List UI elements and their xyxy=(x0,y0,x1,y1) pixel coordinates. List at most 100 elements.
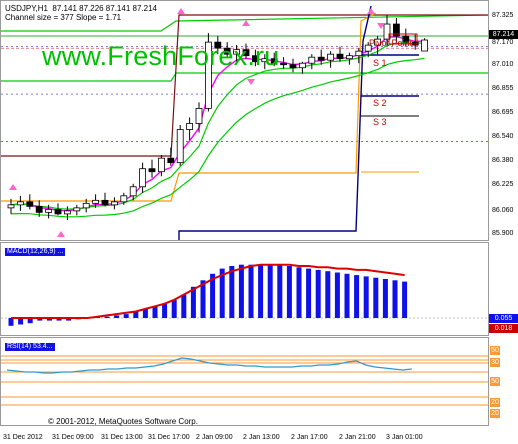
current-price-badge: 87.214 xyxy=(489,30,518,39)
macd-bar xyxy=(238,264,244,318)
bear-candle xyxy=(26,201,34,207)
osc-level-badge: 20 xyxy=(490,398,500,407)
fractal-up-arrow xyxy=(57,231,65,237)
time-tick: 31 Dec 2012 xyxy=(3,434,43,441)
macd-bar xyxy=(277,264,283,318)
pivot-label: Pivot Point xyxy=(369,38,413,48)
macd-bar xyxy=(123,314,129,318)
price-tick: 86.695 xyxy=(492,109,514,116)
price-tick: 86.855 xyxy=(492,85,514,92)
price-tick: 86.225 xyxy=(492,181,514,188)
bull-candle xyxy=(176,129,184,164)
macd-bar xyxy=(325,271,331,318)
bull-candle xyxy=(421,39,429,52)
time-tick: 2 Jan 13:00 xyxy=(243,434,280,441)
bear-candle xyxy=(167,157,175,164)
bear-candle xyxy=(101,199,109,206)
chart-header-channel: Channel size = 377 Slope = 1.71 xyxy=(5,13,122,22)
price-tick: 85.900 xyxy=(492,230,514,237)
time-tick: 31 Dec 17:00 xyxy=(148,434,190,441)
bull-candle xyxy=(64,210,71,215)
bull-candle xyxy=(308,56,316,64)
macd-bar xyxy=(181,294,187,318)
macd-label: MACD(12,26,9) ... xyxy=(5,248,66,256)
macd-bar xyxy=(152,306,158,318)
price-tick: 87.170 xyxy=(492,39,514,46)
bull-candle xyxy=(45,208,52,213)
chart-header-ohlc: USDJPY,H1 87.141 87.226 87.141 87.214 xyxy=(5,4,157,13)
macd-bar xyxy=(334,272,340,318)
signal-value-badge: 0.018 xyxy=(489,324,518,333)
time-axis[interactable]: 31 Dec 2012 31 Dec 09:00 31 Dec 13:00 31… xyxy=(0,426,489,444)
macd-subwindow[interactable]: MACD(12,26,9) ... xyxy=(0,242,489,336)
channel-lower-line xyxy=(1,72,488,82)
macd-value-badge: 0.055 xyxy=(489,314,518,323)
price-tick: 86.540 xyxy=(492,133,514,140)
macd-bar xyxy=(248,264,254,318)
macd-axis[interactable]: 0.055 0.018 xyxy=(489,242,518,336)
price-chart-canvas[interactable] xyxy=(1,1,489,241)
bull-candle xyxy=(92,199,99,204)
fractal-up-arrow xyxy=(242,20,250,26)
macd-bar xyxy=(354,275,360,318)
s2-label: S 2 xyxy=(373,98,387,108)
macd-bar xyxy=(286,266,292,318)
macd-bar xyxy=(162,303,168,318)
oscillator-label: RSI(14) 53.4... xyxy=(5,343,55,351)
macd-bar xyxy=(171,299,177,318)
bear-candle xyxy=(336,53,344,60)
bull-candle xyxy=(120,195,128,203)
osc-level-badge: 30 xyxy=(490,358,500,367)
bear-candle xyxy=(35,205,43,213)
s1-label: S 1 xyxy=(373,58,387,68)
bull-candle xyxy=(345,55,353,60)
bull-candle xyxy=(195,108,203,124)
price-tick: 87.325 xyxy=(492,12,514,19)
macd-bar xyxy=(258,264,264,318)
macd-canvas[interactable] xyxy=(1,243,489,336)
watermark: www.FreshForex.ru xyxy=(42,41,280,71)
bull-candle xyxy=(7,204,15,209)
price-tick: 86.380 xyxy=(492,157,514,164)
bull-candle xyxy=(186,123,194,130)
oscillator-canvas[interactable] xyxy=(1,338,489,426)
bull-candle xyxy=(139,168,147,188)
bull-candle xyxy=(73,207,81,212)
s3-label: S 3 xyxy=(373,117,387,127)
time-tick: 2 Jan 17:00 xyxy=(291,434,328,441)
macd-bar xyxy=(315,269,321,318)
time-tick: 2 Jan 21:00 xyxy=(339,434,376,441)
bear-candle xyxy=(289,64,297,69)
price-axis[interactable]: 87.325 87.214 87.170 87.010 86.855 86.69… xyxy=(489,0,518,241)
macd-bar xyxy=(373,277,379,318)
fractal-down-arrow xyxy=(247,79,255,85)
price-tick: 87.010 xyxy=(492,61,514,68)
bull-candle xyxy=(111,201,118,206)
macd-bar xyxy=(104,316,110,318)
copyright-text: © 2001-2012, MetaQuotes Software Corp. xyxy=(48,417,198,426)
macd-bar xyxy=(229,266,235,318)
slow-ma-line xyxy=(10,57,425,218)
bull-candle xyxy=(355,50,363,57)
price-chart-panel[interactable]: USDJPY,H1 87.141 87.226 87.141 87.214 Ch… xyxy=(0,0,489,241)
bull-candle xyxy=(129,186,137,197)
macd-bar xyxy=(8,318,14,326)
bull-candle xyxy=(298,62,306,69)
macd-bar xyxy=(114,315,120,318)
macd-bar xyxy=(402,281,408,318)
osc-level-badge: 50 xyxy=(490,377,500,386)
time-tick: 31 Dec 13:00 xyxy=(101,434,143,441)
bear-candle xyxy=(280,62,288,66)
bear-candle xyxy=(54,208,62,215)
bull-candle xyxy=(157,157,165,173)
fractal-up-arrow xyxy=(177,8,185,14)
macd-bar xyxy=(344,273,350,318)
oscillator-axis[interactable]: 50 30 50 20 20 xyxy=(489,337,518,426)
macd-bar xyxy=(392,280,398,318)
macd-bar xyxy=(363,276,369,318)
bull-candle xyxy=(82,202,90,209)
macd-bar xyxy=(382,279,388,318)
oscillator-subwindow[interactable]: RSI(14) 53.4... xyxy=(0,337,489,426)
time-tick: 3 Jan 01:00 xyxy=(386,434,423,441)
macd-bar xyxy=(306,268,312,318)
